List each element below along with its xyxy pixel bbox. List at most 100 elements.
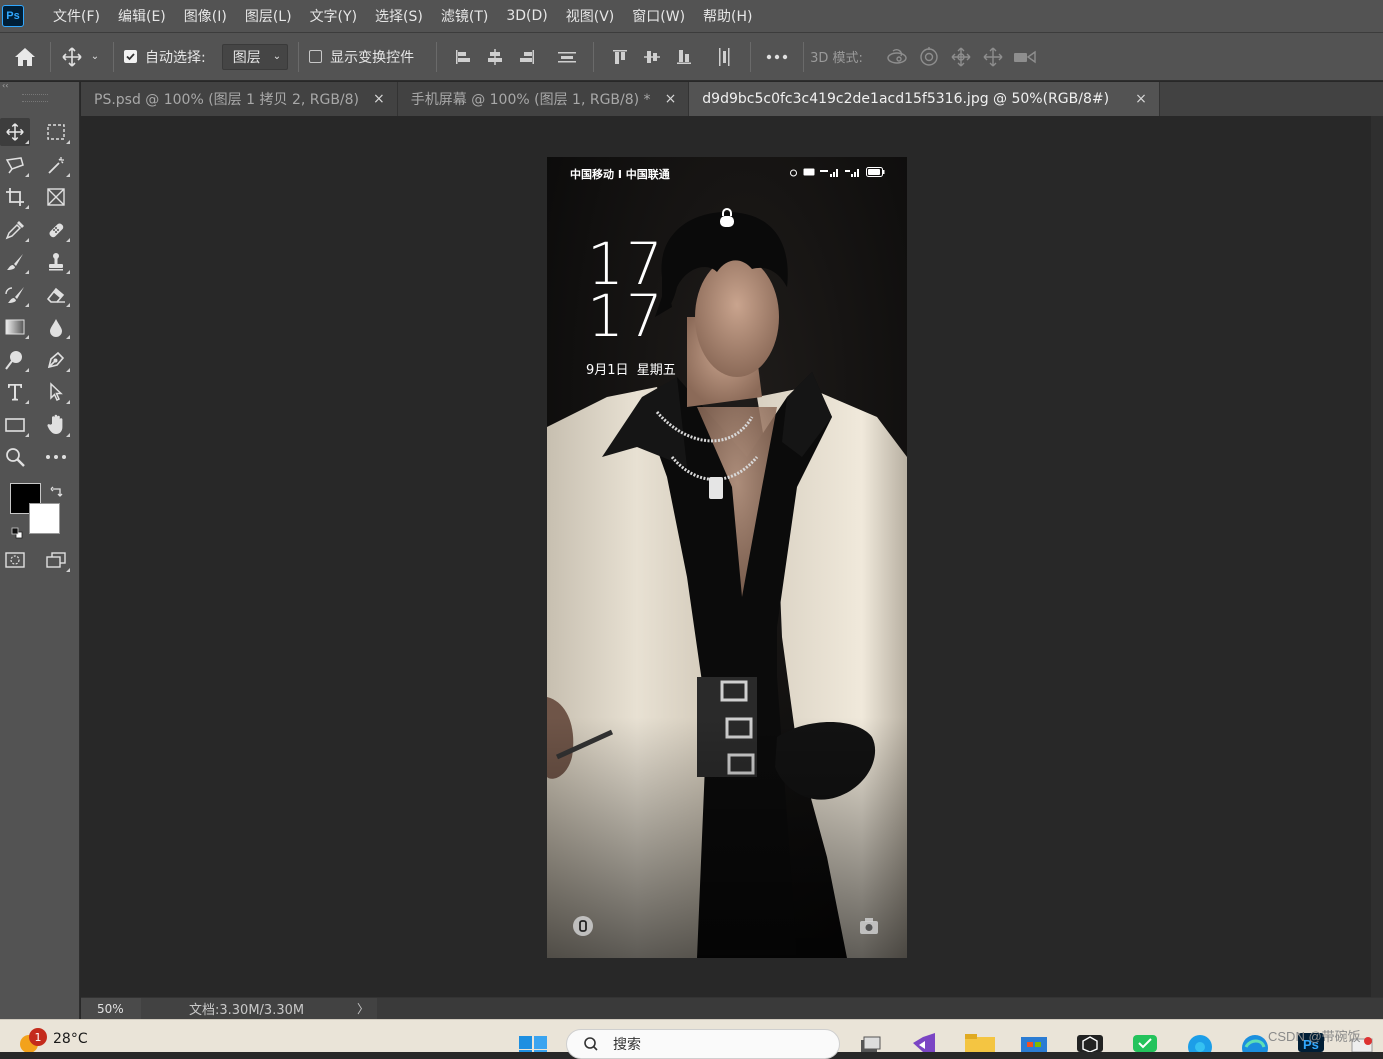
blur-tool-button[interactable] [41,313,71,341]
show-transform-controls-label: 显示变换控件 [330,49,415,66]
separator [436,41,438,72]
magic-wand-tool-button[interactable] [41,151,71,179]
auto-select-target-dropdown[interactable]: 图层 ⌄ [221,43,289,70]
history-brush-tool-button[interactable] [0,281,30,309]
healing-brush-tool-button[interactable] [41,216,71,244]
unity-icon[interactable] [1075,1033,1105,1053]
close-tab-icon[interactable]: × [665,91,677,107]
gradient-tool-button[interactable] [0,313,30,341]
separator [298,41,300,72]
document-canvas-image[interactable]: 中国移动 I 中国联通 17 17 9月1日 星期五 [547,157,907,958]
wechat-icon[interactable] [1130,1033,1160,1052]
screen-mode-icon[interactable] [41,546,71,574]
3d-mode-label: 3D 模式: [810,51,863,66]
menu-type[interactable]: 文字(Y) [301,0,366,33]
zoom-level-field[interactable]: 50% [81,997,141,1020]
eyedropper-tool-button[interactable] [0,216,30,244]
menu-layer[interactable]: 图层(L) [236,0,301,33]
menu-file[interactable]: 文件(F) [44,0,109,33]
weather-temperature[interactable]: 28°C [53,1031,88,1047]
close-tab-icon[interactable]: × [1135,91,1147,107]
menu-image[interactable]: 图像(I) [175,0,236,33]
clone-stamp-tool-button[interactable] [41,248,71,276]
notification-badge: 1 [29,1028,47,1046]
3d-camera-icon[interactable] [1012,45,1038,69]
photoshop-logo[interactable]: Ps [2,5,24,27]
align-right-icon[interactable] [515,45,539,69]
edit-toolbar-icon[interactable] [41,443,71,471]
background-color-swatch[interactable] [29,503,60,534]
eraser-tool-button[interactable] [41,281,71,309]
swap-colors-icon[interactable] [50,484,64,498]
separator [113,41,114,72]
dodge-tool-button[interactable] [0,346,30,374]
browser-icon[interactable] [1185,1033,1215,1059]
hand-tool-button[interactable] [41,411,71,439]
panel-grip[interactable]: ‹‹ [0,82,80,90]
default-colors-icon[interactable] [11,524,23,539]
document-tab[interactable]: 手机屏幕 @ 100% (图层 1, RGB/8) * × [397,82,690,116]
move-tool-icon[interactable] [57,46,87,68]
document-tab[interactable]: PS.psd @ 100% (图层 1 拷贝 2, RGB/8) × [81,82,398,116]
menu-help[interactable]: 帮助(H) [694,0,761,33]
home-icon[interactable] [0,47,50,67]
taskbar-search[interactable]: 搜索 [566,1029,840,1059]
tool-preset-chevron-icon[interactable]: ⌄ [87,51,103,62]
auto-select-checkbox[interactable] [124,50,137,63]
3d-orbit-icon[interactable] [884,45,910,69]
brush-tool-button[interactable] [0,248,30,276]
start-button[interactable] [519,1034,549,1056]
rectangle-tool-button[interactable] [0,411,30,439]
distribute-vertical-icon[interactable] [712,45,736,69]
lockscreen-time-minute: 17 [587,282,665,350]
3d-pan-icon[interactable] [948,45,974,69]
document-tab-label: d9d9bc5c0fc3c419c2de1acd15f5316.jpg @ 50… [702,91,1110,107]
document-size-info[interactable]: 文档:3.30M/3.30M [189,999,357,1018]
document-tab-label: PS.psd @ 100% (图层 1 拷贝 2, RGB/8) [94,92,360,108]
status-info-menu-arrow[interactable]: 〉 [357,1000,369,1017]
separator [803,41,805,72]
menu-select[interactable]: 选择(S) [366,0,432,33]
more-options-icon[interactable] [765,45,789,69]
align-top-icon[interactable] [608,45,632,69]
frame-tool-button[interactable] [41,183,71,211]
separator [593,41,595,72]
menu-edit[interactable]: 编辑(E) [109,0,175,33]
align-bottom-icon[interactable] [672,45,696,69]
path-selection-tool-button[interactable] [41,378,71,406]
file-explorer-icon[interactable] [965,1033,995,1052]
signal-icon [820,168,838,177]
close-tab-icon[interactable]: × [373,91,385,107]
chevron-down-icon: ⌄ [272,51,282,62]
rectangular-marquee-tool-button[interactable] [41,118,71,146]
separator [50,41,51,72]
document-tab-active[interactable]: d9d9bc5c0fc3c419c2de1acd15f5316.jpg @ 50… [689,82,1160,116]
menu-view[interactable]: 视图(V) [557,0,624,33]
type-tool-button[interactable] [0,378,30,406]
taskbar-search-placeholder: 搜索 [613,1037,641,1053]
quick-mask-mode-icon[interactable] [0,546,30,574]
move-tool-button[interactable] [0,118,30,146]
align-horizontal-center-icon[interactable] [483,45,507,69]
zoom-tool-button[interactable] [0,443,30,471]
edge-icon[interactable] [1240,1033,1270,1059]
options-bar: ⌄ 自动选择: 图层 ⌄ 显示变换控件 3D 模式: [0,33,1383,81]
menu-window[interactable]: 窗口(W) [623,0,694,33]
crop-tool-button[interactable] [0,183,30,211]
distribute-horizontal-icon[interactable] [555,45,579,69]
lasso-tool-button[interactable] [0,151,30,179]
panel-drag-handle[interactable] [22,94,48,102]
microsoft-store-icon[interactable] [1019,1033,1049,1052]
menu-3d[interactable]: 3D(D) [497,0,556,33]
show-transform-controls-checkbox[interactable] [309,50,323,63]
menu-filter[interactable]: 滤镜(T) [432,0,497,33]
align-vertical-center-icon[interactable] [640,45,664,69]
canvas-vertical-scrollbar[interactable] [1371,116,1383,997]
3d-slide-icon[interactable] [980,45,1006,69]
horizontal-scrollbar[interactable] [377,997,1383,1020]
task-view-icon[interactable] [855,1033,885,1052]
3d-roll-icon[interactable] [916,45,942,69]
visual-studio-icon[interactable] [909,1033,939,1052]
pen-tool-button[interactable] [41,346,71,374]
align-left-icon[interactable] [451,45,475,69]
